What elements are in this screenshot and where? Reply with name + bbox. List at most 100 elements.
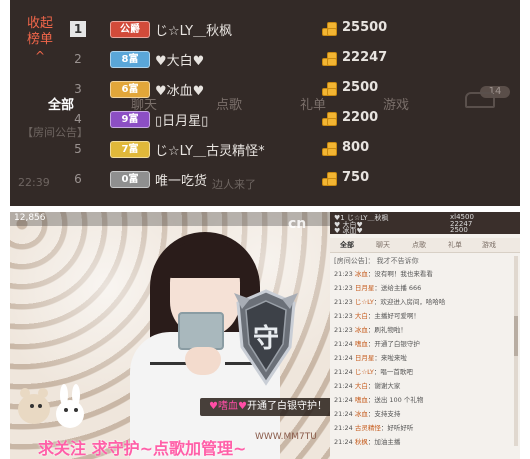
guardian-shield-icon: 守: [234, 289, 298, 386]
chat-time: 21:23: [334, 298, 353, 306]
ghost-time: 22:39: [18, 176, 50, 189]
scroll-thumb[interactable]: [514, 316, 518, 356]
chat-tabs: 全部 聊天 点歌 礼单 游戏: [330, 238, 520, 253]
chat-text: ：送给主播 666: [374, 284, 422, 292]
chat-user[interactable]: 嗜血: [355, 396, 368, 404]
chat-time: 21:24: [334, 424, 353, 432]
ranking-panel: 全部 聊天 点歌 礼单 游戏 14 【房间公告】 22:39 边人来了 收起 榜…: [10, 0, 520, 206]
chat-user[interactable]: 冰血: [355, 410, 368, 418]
chat-user[interactable]: じ☆LY: [355, 368, 374, 376]
chat-user[interactable]: 大白: [355, 312, 368, 320]
stream-screenshot: 12,856 cn 守 ♥嗜血♥开通了白银守护！ 求关注 求守护~点歌加管理~ …: [10, 212, 520, 459]
score-value: 22247: [342, 50, 388, 65]
chat-time: 21:23: [334, 284, 353, 292]
coin-icon: [322, 112, 337, 126]
wealth-badge: 6富: [110, 81, 150, 98]
bear-decoration: [10, 382, 130, 442]
video-player[interactable]: 12,856 cn 守 ♥嗜血♥开通了白银守护！ 求关注 求守护~点歌加管理~ …: [10, 212, 330, 459]
chat-user[interactable]: 冰血: [355, 270, 368, 278]
user-name[interactable]: ▯日月星▯: [155, 110, 208, 129]
chat-user[interactable]: 日月星: [355, 284, 375, 292]
chat-message: 21:24 冰血：支持支持: [334, 408, 400, 418]
chat-text: ：欢迎进入房间，哈哈哈: [373, 298, 446, 306]
stream-caption: 求关注 求守护~点歌加管理~: [38, 439, 247, 458]
tab-gifts[interactable]: 礼单: [448, 240, 462, 250]
chat-message: 21:24 嗜血：开通了白银守护: [334, 338, 420, 348]
score-value: 800: [342, 140, 370, 155]
collapse-label-1: 收起: [26, 16, 53, 31]
chat-time: 21:24: [334, 382, 353, 390]
platform-logo: cn: [288, 216, 307, 232]
mini-rank-score: 2500: [450, 226, 468, 234]
ranking-row[interactable]: 2 8富 ♥大白♥ 22247: [65, 46, 520, 72]
chat-time: 21:24: [334, 410, 353, 418]
user-name[interactable]: 唯一吃货: [155, 170, 207, 189]
notice-user: ♥嗜血♥: [209, 401, 247, 412]
score-value: 2200: [342, 110, 379, 125]
chat-text: ：谢谢大家: [367, 382, 401, 390]
ranking-row[interactable]: 1 公爵 じ☆LY＿秋枫 25500: [65, 16, 520, 42]
rank-number: 6: [74, 172, 82, 186]
wealth-badge: 9富: [110, 111, 150, 128]
chat-text: ：开通了白银守护: [367, 340, 420, 348]
chat-text: ：来啦来啦: [374, 354, 407, 362]
guardian-notice: ♥嗜血♥开通了白银守护！: [200, 398, 330, 416]
rank-number: 3: [74, 82, 82, 96]
chat-user[interactable]: 大白: [355, 382, 368, 390]
mini-ranking: ♥1 じ☆LY＿秋枫 xl4500 ♥ 大白♥ 22247 ♥ 冰血♥ 2500: [330, 212, 520, 235]
shield-glyph: 守: [253, 323, 279, 354]
coin-icon: [322, 82, 337, 96]
collapse-label-2: 榜单: [26, 32, 53, 47]
chat-user[interactable]: 嗜血: [355, 340, 368, 348]
chat-message: 21:23 日月星：送给主播 666: [334, 282, 421, 292]
chat-user[interactable]: 秋枫: [355, 438, 368, 446]
ranking-row[interactable]: 4 9富 ▯日月星▯ 2200: [65, 106, 520, 132]
wealth-badge: 8富: [110, 51, 150, 68]
microphone: [178, 312, 224, 350]
tab-all[interactable]: 全部: [340, 240, 354, 250]
chat-message: 21:24 日月星：来啦来啦: [334, 352, 407, 362]
chat-text: ：好听好听: [380, 424, 414, 432]
chat-time: 21:24: [334, 396, 353, 404]
coin-icon: [322, 172, 337, 186]
chat-message: 21:23 冰血：刷礼物啦！: [334, 324, 407, 334]
wealth-badge: 0富: [110, 171, 150, 188]
chat-text: ：没有啊！我也来看看: [367, 270, 433, 278]
score-value: 25500: [342, 20, 388, 35]
coin-icon: [322, 142, 337, 156]
chat-scrollbar[interactable]: [514, 256, 518, 446]
chat-message: 21:24 大白：谢谢大家: [334, 380, 400, 390]
ranking-row[interactable]: 3 6富 ♥冰血♥ 2500: [65, 76, 520, 102]
chat-message: 21:23 冰血：没有啊！我也来看看: [334, 268, 433, 278]
ranking-row[interactable]: 6 0富 唯一吃货 750: [65, 166, 520, 192]
chat-user[interactable]: 日月星: [355, 354, 375, 362]
user-name[interactable]: じ☆LY＿古灵精怪*: [155, 140, 265, 159]
collapse-ranking-button[interactable]: 收起 榜单 ^: [20, 16, 60, 64]
chat-message: 21:23 大白：主播好可爱啊！: [334, 310, 420, 320]
user-name[interactable]: ♥大白♥: [155, 50, 204, 69]
chat-text: ：主播好可爱啊！: [367, 312, 420, 320]
chat-text: ：唱一首歌吧: [373, 368, 413, 376]
chat-message: 21:24 じ☆LY：唱一首歌吧: [334, 366, 413, 376]
chat-time: 21:24: [334, 354, 353, 362]
user-name[interactable]: じ☆LY＿秋枫: [155, 20, 232, 39]
user-name[interactable]: ♥冰血♥: [155, 80, 204, 99]
chat-user[interactable]: じ☆LY: [355, 298, 374, 306]
tab-chat[interactable]: 聊天: [376, 240, 390, 250]
tab-games[interactable]: 游戏: [482, 240, 496, 250]
chevron-up-icon: ^: [34, 49, 46, 63]
chat-time: 21:23: [334, 326, 353, 334]
chat-message: 21:24 秋枫：加油主播: [334, 436, 400, 446]
chat-user[interactable]: 冰血: [355, 326, 368, 334]
tab-songs[interactable]: 点歌: [412, 240, 426, 250]
chat-user[interactable]: 古灵精怪: [355, 424, 381, 432]
chat-sidebar: ♥1 じ☆LY＿秋枫 xl4500 ♥ 大白♥ 22247 ♥ 冰血♥ 2500…: [330, 212, 520, 459]
chat-message: 21:23 じ☆LY：欢迎进入房间，哈哈哈: [334, 296, 445, 306]
chat-text: ：支持支持: [367, 410, 401, 418]
ranking-row[interactable]: 5 7富 じ☆LY＿古灵精怪* 800: [65, 136, 520, 162]
video-top-bar: 12,856: [10, 212, 330, 226]
chat-time: 21:24: [334, 340, 353, 348]
wealth-badge: 7富: [110, 141, 150, 158]
chat-text: ：刷礼物啦！: [367, 326, 407, 334]
chat-text: ：加油主播: [367, 438, 401, 446]
